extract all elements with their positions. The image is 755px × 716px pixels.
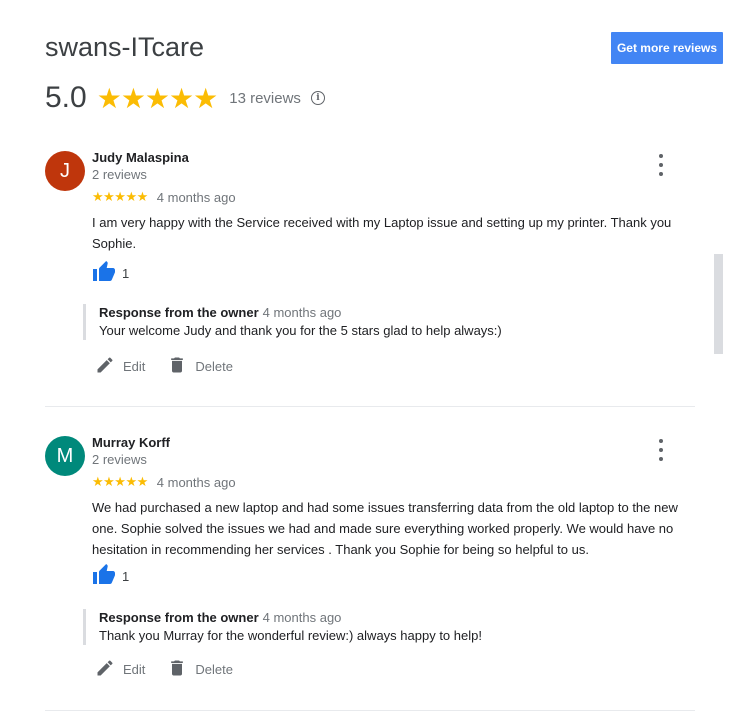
response-label: Response from the owner: [99, 610, 259, 625]
get-more-reviews-button[interactable]: Get more reviews: [611, 32, 723, 64]
avatar[interactable]: M: [45, 436, 85, 476]
response-time: 4 months ago: [262, 305, 342, 320]
scrollbar-thumb[interactable]: [714, 254, 723, 354]
thumb-up-icon[interactable]: [92, 563, 116, 590]
info-icon[interactable]: i: [310, 91, 325, 105]
more-vert-icon[interactable]: [655, 154, 667, 176]
trash-icon: [167, 355, 195, 378]
response-time: 4 months ago: [262, 610, 342, 625]
response-text: Your welcome Judy and thank you for the …: [99, 323, 502, 338]
owner-response: Response from the owner 4 months ago Than…: [83, 609, 683, 645]
pencil-icon: [95, 355, 123, 378]
review-divider: [45, 406, 695, 407]
like-row: 1: [92, 260, 129, 287]
avatar[interactable]: J: [45, 151, 85, 191]
response-text: Thank you Murray for the wonderful revie…: [99, 628, 482, 643]
review-divider: [45, 710, 695, 711]
pencil-icon: [95, 658, 123, 681]
review-time: 4 months ago: [156, 474, 236, 490]
edit-button[interactable]: Edit: [95, 658, 145, 681]
average-rating: 5.0: [45, 81, 87, 114]
owner-response: Response from the owner 4 months ago Your…: [83, 304, 683, 340]
rating-stars: ★★★★★: [96, 82, 219, 114]
edit-label: Edit: [123, 359, 146, 374]
delete-button[interactable]: Delete: [167, 658, 233, 681]
more-vert-icon[interactable]: [655, 439, 667, 461]
trash-icon: [167, 658, 195, 681]
thumb-up-icon[interactable]: [92, 260, 116, 287]
review-text: We had purchased a new laptop and had so…: [92, 500, 678, 557]
edit-button[interactable]: Edit: [95, 355, 145, 378]
reviewer-name[interactable]: Murray Korff: [92, 435, 170, 450]
total-review-count[interactable]: 13 reviews: [229, 90, 301, 107]
reviewer-review-count: 2 reviews: [92, 452, 147, 467]
response-actions: Edit Delete: [95, 658, 255, 681]
review-stars: ★★★★★: [92, 189, 148, 204]
review-rating: ★★★★★ 4 months ago: [92, 474, 236, 490]
reviews-header: swans-ITcare Get more reviews 5.0 ★★★★★ …: [0, 0, 755, 130]
response-actions: Edit Delete: [95, 355, 255, 378]
review-stars: ★★★★★: [92, 474, 148, 489]
reviewer-review-count: 2 reviews: [92, 167, 147, 182]
review-time: 4 months ago: [156, 189, 236, 205]
delete-button[interactable]: Delete: [167, 355, 233, 378]
like-row: 1: [92, 563, 129, 590]
like-count: 1: [122, 569, 130, 584]
rating-summary: 5.0 ★★★★★ 13 reviews i: [45, 80, 325, 116]
review-rating: ★★★★★ 4 months ago: [92, 189, 236, 205]
response-label: Response from the owner: [99, 305, 259, 320]
reviewer-name[interactable]: Judy Malaspina: [92, 150, 189, 165]
like-count: 1: [122, 266, 130, 281]
review-text: I am very happy with the Service receive…: [92, 215, 672, 251]
edit-label: Edit: [123, 662, 146, 677]
delete-label: Delete: [195, 662, 233, 677]
delete-label: Delete: [195, 359, 233, 374]
business-name: swans-ITcare: [45, 32, 205, 62]
